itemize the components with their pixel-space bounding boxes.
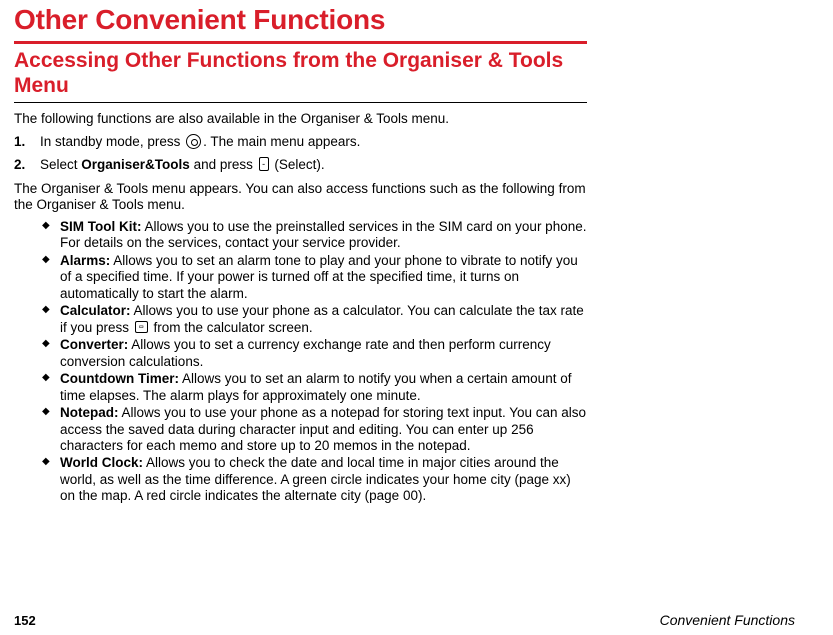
step-text-pre: Select <box>40 157 81 172</box>
divider-thin <box>14 102 587 103</box>
page-number: 152 <box>14 613 36 628</box>
steps-list: 1. In standby mode, press . The main men… <box>14 134 587 172</box>
step-number: 2. <box>14 157 40 173</box>
step-text-mid: and press <box>190 157 257 172</box>
key-icon: ▭ <box>135 321 148 333</box>
step-text: Select Organiser&Tools and press (Select… <box>40 157 325 173</box>
list-item-text: Allows you to use your phone as a notepa… <box>60 405 586 453</box>
step-text-post: (Select). <box>271 157 325 172</box>
list-item-label: Countdown Timer: <box>60 371 179 386</box>
section-title: Accessing Other Functions from the Organ… <box>14 45 587 99</box>
intro-paragraph: The following functions are also availab… <box>14 111 587 127</box>
list-item-text: Allows you to set an alarm tone to play … <box>60 253 578 301</box>
list-item-text-post: from the calculator screen. <box>150 320 313 335</box>
step-text-pre: In standby mode, press <box>40 134 184 149</box>
feature-list: SIM Tool Kit: Allows you to use the prei… <box>14 219 587 505</box>
step-number: 1. <box>14 134 40 150</box>
page-footer: 152 Convenient Functions <box>14 612 795 628</box>
list-item: Converter: Allows you to set a currency … <box>42 337 587 370</box>
divider-red <box>14 41 587 44</box>
step-text-post: . The main menu appears. <box>203 134 360 149</box>
body-paragraph: The Organiser & Tools menu appears. You … <box>14 181 587 213</box>
list-item: Calculator: Allows you to use your phone… <box>42 303 587 336</box>
list-item: SIM Tool Kit: Allows you to use the prei… <box>42 219 587 252</box>
footer-chapter-title: Convenient Functions <box>660 612 795 628</box>
softkey-icon <box>259 157 269 171</box>
step-text: In standby mode, press . The main menu a… <box>40 134 360 150</box>
list-item: Countdown Timer: Allows you to set an al… <box>42 371 587 404</box>
step-item: 1. In standby mode, press . The main men… <box>14 134 587 150</box>
chapter-title: Other Convenient Functions <box>14 4 587 36</box>
list-item-text: Allows you to set a currency exchange ra… <box>60 337 551 368</box>
list-item: World Clock: Allows you to check the dat… <box>42 455 587 504</box>
list-item-label: Converter: <box>60 337 128 352</box>
list-item-label: SIM Tool Kit: <box>60 219 141 234</box>
list-item-label: Notepad: <box>60 405 119 420</box>
list-item-label: Calculator: <box>60 303 131 318</box>
list-item: Alarms: Allows you to set an alarm tone … <box>42 253 587 302</box>
step-text-bold: Organiser&Tools <box>81 157 190 172</box>
list-item: Notepad: Allows you to use your phone as… <box>42 405 587 454</box>
step-item: 2. Select Organiser&Tools and press (Sel… <box>14 157 587 173</box>
list-item-label: Alarms: <box>60 253 110 268</box>
center-key-icon <box>186 134 201 149</box>
list-item-label: World Clock: <box>60 455 143 470</box>
